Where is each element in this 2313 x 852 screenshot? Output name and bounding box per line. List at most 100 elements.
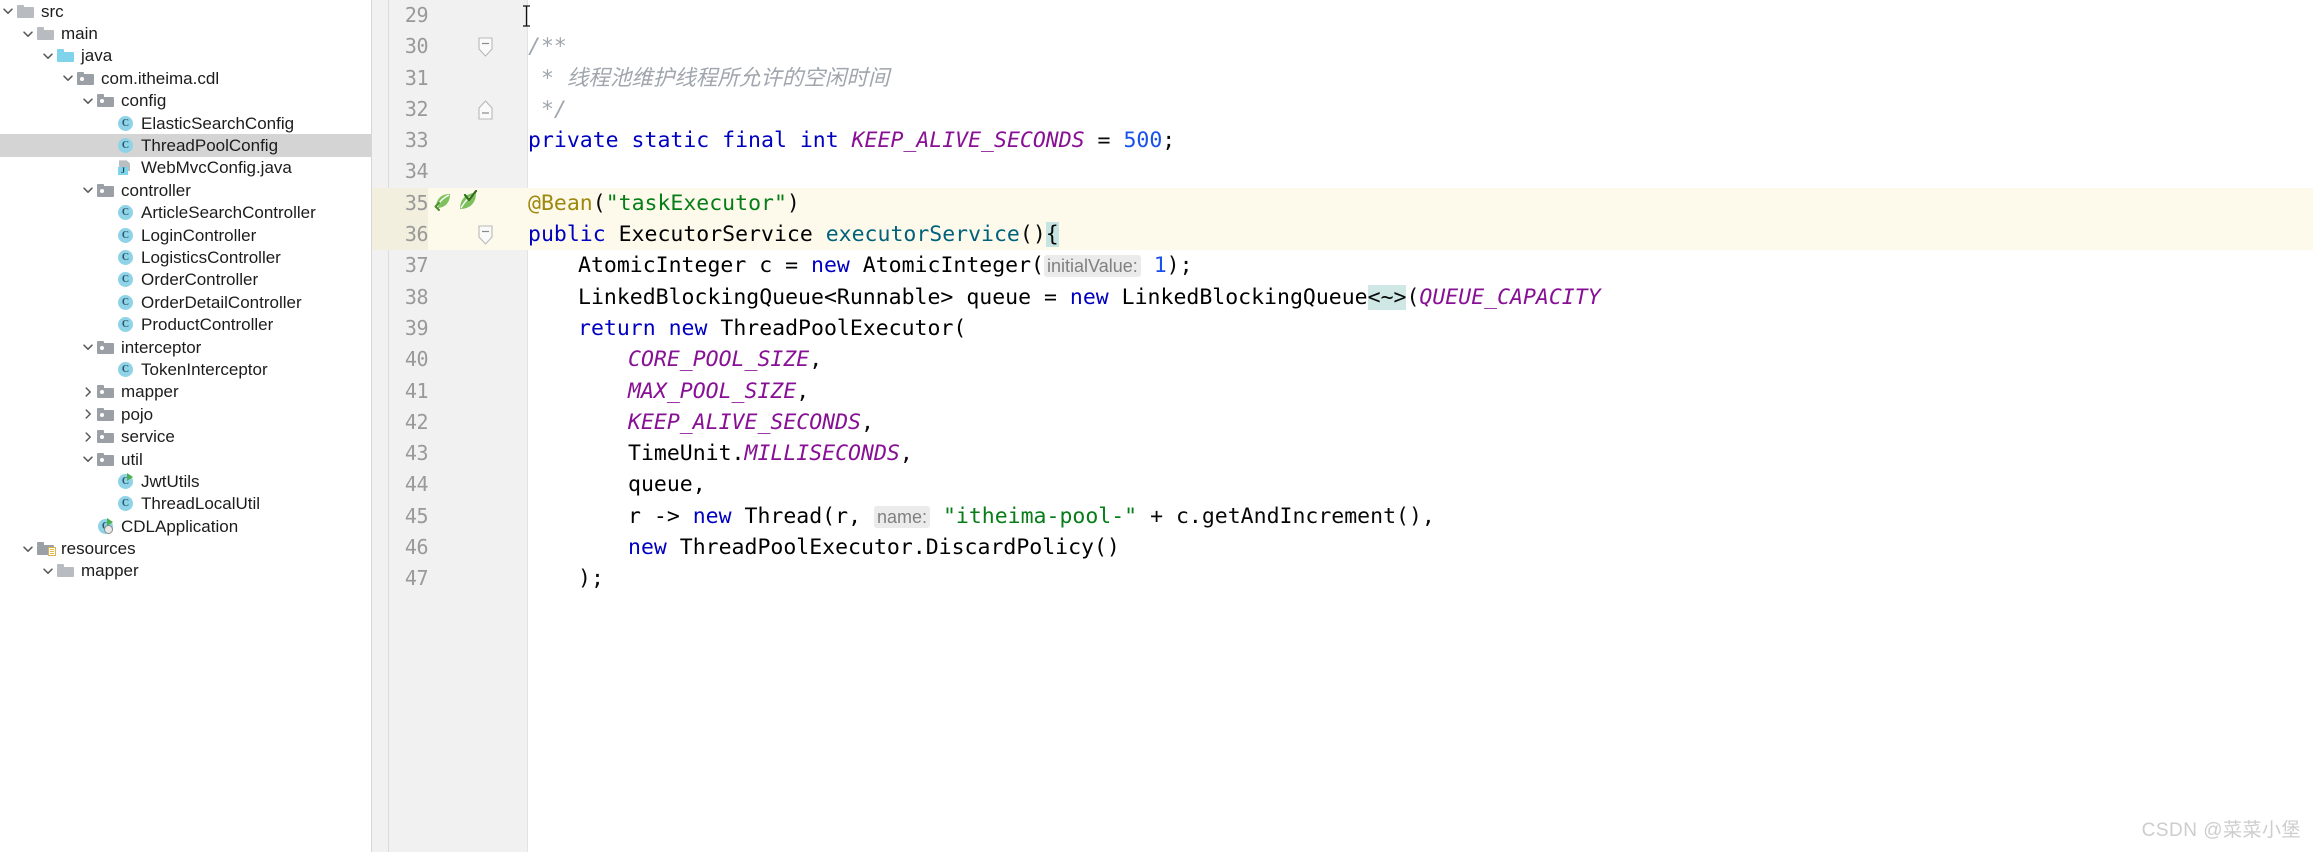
code-line[interactable]: 33 private static final int KEEP_ALIVE_SE…: [372, 125, 2313, 156]
tree-item-logincontroller[interactable]: C LoginController: [0, 224, 372, 246]
tree-item-jwtutils[interactable]: C JwtUtils: [0, 470, 372, 492]
code-line[interactable]: 36 public ExecutorService executorService…: [372, 219, 2313, 251]
project-tool-window[interactable]: src main java com.itheima.cdl config C Elastic…: [0, 0, 372, 852]
tree-item-ordercontroller[interactable]: C OrderController: [0, 269, 372, 291]
fold-end-icon[interactable]: [470, 94, 501, 125]
tree-item-articlesearchcontroller[interactable]: C ArticleSearchController: [0, 202, 372, 224]
tree-item-cdlapplication[interactable]: C CDLApplication: [0, 515, 372, 537]
tree-item-label: ProductController: [141, 315, 274, 335]
code-token: AtomicInteger(: [862, 253, 1044, 279]
code-line[interactable]: 38 LinkedBlockingQueue<Runnable> queue = …: [372, 282, 2313, 313]
code-line[interactable]: 35 @Bean("taskExecutor"): [372, 187, 2313, 220]
chevron-down-icon[interactable]: [40, 563, 56, 579]
chevron-down-icon[interactable]: [80, 451, 96, 467]
chevron-down-icon[interactable]: [80, 93, 96, 109]
java-class-icon: C: [116, 361, 135, 378]
tree-item-mapper[interactable]: mapper: [0, 381, 372, 403]
code-token: );: [1166, 253, 1193, 279]
code-token: <~>: [1367, 284, 1407, 310]
tree-item-service[interactable]: service: [0, 425, 372, 447]
tree-item-interceptor[interactable]: interceptor: [0, 336, 372, 358]
editor-pane[interactable]: 29 30/** 31 * 线程池维护线程所允许的空闲时间 32 */33 privat…: [372, 0, 2313, 852]
code-line[interactable]: 34: [372, 156, 2313, 187]
tree-item-main[interactable]: main: [0, 22, 372, 44]
tree-item-label: service: [121, 427, 175, 447]
tree-item-util[interactable]: util: [0, 448, 372, 470]
fold-start-icon[interactable]: [470, 31, 501, 62]
resources-folder-icon: [36, 540, 56, 557]
tree-item-webmvcconfig-java[interactable]: J WebMvcConfig.java: [0, 157, 372, 179]
code-line[interactable]: 37 AtomicInteger c = new AtomicInteger(in…: [372, 250, 2313, 281]
tree-item-threadpoolconfig[interactable]: C ThreadPoolConfig: [0, 134, 372, 157]
project-file-tree[interactable]: src main java com.itheima.cdl config C Elastic…: [0, 0, 372, 582]
chevron-down-icon[interactable]: [40, 48, 56, 64]
chevron-right-icon[interactable]: [80, 406, 96, 422]
tree-item-label: CDLApplication: [121, 516, 239, 536]
code-area[interactable]: 29 30/** 31 * 线程池维护线程所允许的空闲时间 32 */33 privat…: [372, 0, 2313, 852]
line-number: 46: [404, 535, 429, 560]
code-token: 1: [1153, 253, 1167, 279]
code-line[interactable]: 40 CORE_POOL_SIZE,: [372, 344, 2313, 375]
code-line[interactable]: 47);: [372, 563, 2313, 594]
code-line[interactable]: 43 TimeUnit.MILLISECONDS,: [372, 438, 2313, 469]
code-line[interactable]: 41 MAX_POOL_SIZE,: [372, 376, 2313, 407]
tree-item-src[interactable]: src: [0, 0, 372, 22]
chevron-right-icon[interactable]: [80, 429, 96, 445]
code-line[interactable]: 29: [372, 0, 2313, 31]
tree-item-orderdetailcontroller[interactable]: C OrderDetailController: [0, 291, 372, 313]
line-number: 41: [404, 378, 429, 403]
code-token: (: [592, 190, 606, 216]
tree-item-mapper[interactable]: mapper: [0, 560, 372, 582]
code-line[interactable]: 32 */: [372, 94, 2313, 125]
tree-item-label: TokenInterceptor: [141, 359, 268, 379]
package-folder-icon: [96, 451, 115, 468]
tree-item-label: mapper: [81, 561, 139, 581]
code-line[interactable]: 31 * 线程池维护线程所允许的空闲时间: [372, 63, 2313, 94]
chevron-down-icon[interactable]: [20, 26, 36, 42]
code-token: ExecutorService: [618, 222, 826, 248]
code-token: initialValue:: [1044, 255, 1141, 278]
code-line[interactable]: 42 KEEP_ALIVE_SECONDS,: [372, 407, 2313, 438]
chevron-right-icon[interactable]: [80, 384, 96, 400]
tree-item-logisticscontroller[interactable]: C LogisticsController: [0, 246, 372, 268]
line-number: 34: [404, 159, 429, 184]
tree-item-resources[interactable]: resources: [0, 537, 372, 559]
tree-item-elasticsearchconfig[interactable]: C ElasticSearchConfig: [0, 112, 372, 134]
tree-item-tokeninterceptor[interactable]: C TokenInterceptor: [0, 358, 372, 380]
chevron-down-icon[interactable]: [20, 541, 36, 557]
code-token: (): [1019, 222, 1046, 248]
chevron-down-icon[interactable]: [80, 339, 96, 355]
chevron-down-icon[interactable]: [0, 3, 16, 19]
code-text: CORE_POOL_SIZE,: [528, 344, 822, 375]
code-line[interactable]: 45 r -> new Thread(r, name: "itheima-pool…: [372, 501, 2313, 532]
tree-item-label: resources: [61, 539, 136, 559]
code-line[interactable]: 46 new ThreadPoolExecutor.DiscardPolicy(): [372, 532, 2313, 563]
bean-icon[interactable]: [432, 190, 454, 217]
tree-item-pojo[interactable]: pojo: [0, 403, 372, 425]
code-text: @Bean("taskExecutor"): [528, 188, 800, 219]
folder-icon: [16, 3, 35, 20]
tree-item-com-itheima-cdl[interactable]: com.itheima.cdl: [0, 67, 372, 89]
code-line[interactable]: 30 /**: [372, 31, 2313, 62]
spring-bean-check-icon[interactable]: [457, 189, 479, 217]
tree-item-java[interactable]: java: [0, 45, 372, 67]
fold-start-icon[interactable]: [470, 219, 501, 250]
tree-item-config[interactable]: config: [0, 90, 372, 112]
tree-item-threadlocalutil[interactable]: C ThreadLocalUtil: [0, 493, 372, 515]
tree-item-label: interceptor: [121, 337, 202, 357]
tree-item-controller[interactable]: controller: [0, 179, 372, 201]
gutter-icon-group[interactable]: [432, 188, 479, 219]
code-line[interactable]: 44 queue,: [372, 469, 2313, 500]
code-line[interactable]: 39 return new ThreadPoolExecutor(: [372, 313, 2313, 344]
code-token: ,: [809, 347, 823, 373]
line-number: 45: [404, 503, 429, 528]
chevron-down-icon[interactable]: [80, 182, 96, 198]
code-text: TimeUnit.MILLISECONDS,: [528, 438, 913, 469]
tree-item-productcontroller[interactable]: C ProductController: [0, 313, 372, 335]
chevron-down-icon[interactable]: [60, 70, 76, 86]
